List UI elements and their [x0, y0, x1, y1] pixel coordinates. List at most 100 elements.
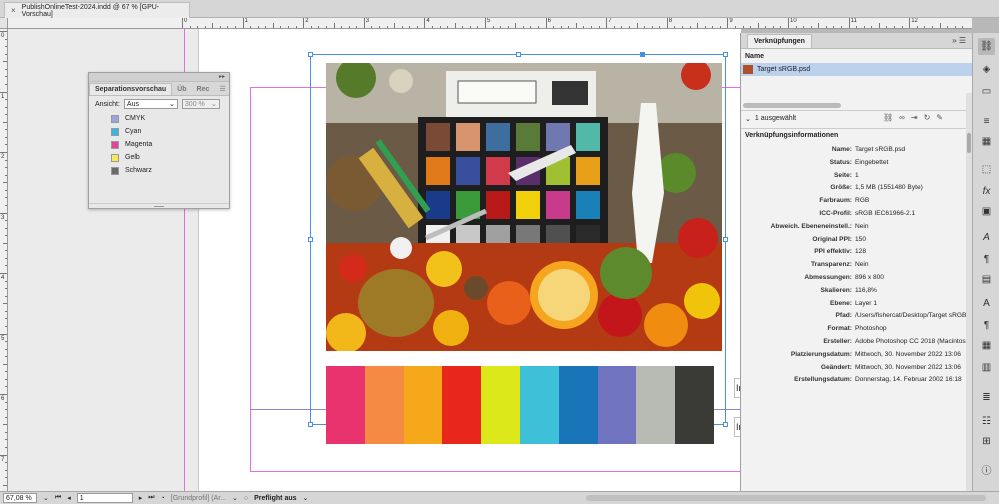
zoom-select[interactable]: 300 % ⌄ [181, 99, 220, 109]
tab-separationsvorschau[interactable]: Separationsvorschau [89, 83, 173, 95]
pages-icon[interactable]: ▭ [978, 83, 995, 100]
horizontal-scrollbar[interactable] [586, 495, 986, 501]
panel-resize-grip[interactable] [89, 203, 229, 208]
edit-original-icon[interactable]: ✎ [936, 113, 943, 122]
layers-icon[interactable]: ◈ [978, 61, 995, 78]
ink-row-cyan[interactable]: Cyan [89, 125, 229, 138]
paragraph-icon[interactable]: ¶ [978, 317, 995, 334]
panel-collapse-icon[interactable]: ▸▸ [219, 73, 225, 81]
info-icon[interactable]: ⓘ [978, 461, 995, 478]
info-value: Adobe Photoshop CC 2018 (Macintosh) [855, 338, 972, 345]
info-label: Ebene: [830, 299, 852, 307]
ruler-number: 10 [790, 18, 797, 24]
resize-handle[interactable] [723, 237, 728, 242]
relink-icon[interactable]: ∞ [899, 113, 905, 122]
chevron-down-icon[interactable]: ⌄ [43, 494, 49, 502]
character-styles-icon[interactable]: A [978, 229, 995, 246]
ruler-tick [750, 26, 752, 28]
effects-icon[interactable]: fx [978, 183, 995, 200]
ruler-tick [924, 26, 926, 28]
view-select[interactable]: Aus ⌄ [123, 99, 178, 109]
eye-icon[interactable] [97, 128, 105, 136]
ink-row-magenta[interactable]: Magenta [89, 138, 229, 151]
color-swatch [326, 366, 365, 444]
ruler-number: 6 [547, 18, 551, 24]
resize-handle[interactable] [723, 422, 728, 427]
eye-icon[interactable] [97, 167, 105, 175]
panel-collapse-icon[interactable]: » ☰ [952, 36, 966, 45]
ruler-tick [242, 18, 244, 28]
text-wrap-icon[interactable]: ▣ [978, 203, 995, 220]
chevron-down-icon[interactable]: ⌄ [303, 494, 309, 502]
articles-icon[interactable]: ≣ [978, 389, 995, 406]
links-panel[interactable]: Verknüpfungen » ☰ Name Target sRGB.psd ⌄… [740, 33, 979, 491]
open-page-icon[interactable]: ◔ [161, 495, 165, 502]
ink-row-cmyk[interactable]: CMYK [89, 112, 229, 125]
relink-cc-icon[interactable]: ⛓ [883, 113, 893, 122]
resize-handle[interactable] [308, 422, 313, 427]
ruler-tick [810, 26, 812, 28]
cc-libraries-icon[interactable]: ⊞ [978, 433, 995, 450]
info-value: Nein [855, 222, 869, 230]
tab-reduzieren[interactable]: Rec [192, 84, 215, 95]
ruler-number: 4 [1, 275, 5, 281]
preflight-status[interactable]: Preflight aus [254, 495, 296, 502]
eye-icon[interactable] [97, 115, 105, 123]
preflight-icon[interactable]: ☷ [978, 413, 995, 430]
last-page-icon[interactable]: ⏭ [148, 494, 154, 502]
vertical-ruler[interactable]: 0 1 2 3 4 5 6 7 [0, 29, 8, 491]
ink-row-gelb[interactable]: Gelb [89, 151, 229, 164]
next-page-icon[interactable]: ▸ [139, 494, 143, 502]
resize-handle[interactable] [308, 52, 313, 57]
object-styles-icon[interactable]: ▤ [978, 271, 995, 288]
color-icon[interactable]: ⬚ [978, 161, 995, 178]
go-to-link-icon[interactable]: ⇥ [911, 113, 918, 122]
ruler-origin[interactable] [0, 18, 8, 29]
ruler-tick [742, 26, 744, 28]
document-tab[interactable]: × PublishOnlineTest-2024.indd @ 67 % [GP… [4, 2, 190, 18]
stroke-icon[interactable]: ≡ [978, 113, 995, 130]
link-row-selected[interactable]: Target sRGB.psd [741, 63, 972, 76]
resize-handle[interactable] [308, 237, 313, 242]
column-header-name[interactable]: Name [741, 49, 972, 63]
tab-verknuepfungen[interactable]: Verknüpfungen [747, 33, 812, 48]
eye-icon[interactable] [97, 154, 105, 162]
panel-menu-icon[interactable]: ☰ [214, 83, 230, 95]
cell-styles-icon[interactable]: ▥ [978, 359, 995, 376]
eye-icon[interactable] [97, 141, 105, 149]
ink-row-schwarz[interactable]: Schwarz [89, 164, 229, 177]
ruler-number: 1 [1, 93, 5, 100]
info-row: Farbraum: RGB [741, 194, 973, 207]
horizontal-ruler[interactable]: 0 1 2 3 4 5 6 7 8 9 10 11 12 [8, 18, 972, 29]
links-icon[interactable]: ⛓ [978, 38, 995, 55]
tab-uberfullen[interactable]: Üb [172, 84, 191, 95]
profile-menu[interactable]: [Grundprofil] (Ar... [171, 495, 226, 502]
info-value: Mittwoch, 30. November 2022 13:06 [855, 350, 961, 358]
update-link-icon[interactable]: ↻ [924, 113, 931, 122]
panel-drag-bar[interactable]: ▸▸ [89, 73, 229, 82]
paragraph-styles-icon[interactable]: ¶ [978, 251, 995, 268]
content-grabber-handle[interactable] [640, 52, 645, 57]
horizontal-scrollbar[interactable] [743, 103, 841, 108]
panel-tabs: Separationsvorschau Üb Rec ☰ [89, 82, 229, 96]
color-swatch-strip[interactable] [326, 366, 714, 444]
character-icon[interactable]: A [978, 295, 995, 312]
chevron-down-icon[interactable]: ⌄ [745, 115, 751, 123]
swatches-icon[interactable]: ▦ [978, 133, 995, 150]
table-icon[interactable]: ▦ [978, 337, 995, 354]
previous-page-icon[interactable]: ◂ [67, 494, 71, 502]
ink-name: Cyan [125, 128, 142, 135]
chevron-down-icon[interactable]: ⌄ [232, 494, 238, 502]
view-row: Ansicht: Aus ⌄ 300 % ⌄ [89, 96, 229, 112]
page-field[interactable]: 1 [76, 493, 133, 503]
resize-handle[interactable] [723, 52, 728, 57]
info-value: 1,5 MB (1551480 Byte) [855, 184, 923, 192]
ruler-tick [939, 23, 941, 28]
zoom-field[interactable]: 67,08 % [3, 493, 37, 503]
resize-handle[interactable] [516, 52, 521, 57]
close-tab-icon[interactable]: × [11, 6, 16, 15]
first-page-icon[interactable]: ⏮ [55, 494, 61, 502]
separations-preview-panel[interactable]: ▸▸ Separationsvorschau Üb Rec ☰ Ansicht:… [88, 72, 230, 209]
ink-swatch [111, 114, 119, 123]
ruler-tick [954, 26, 956, 28]
